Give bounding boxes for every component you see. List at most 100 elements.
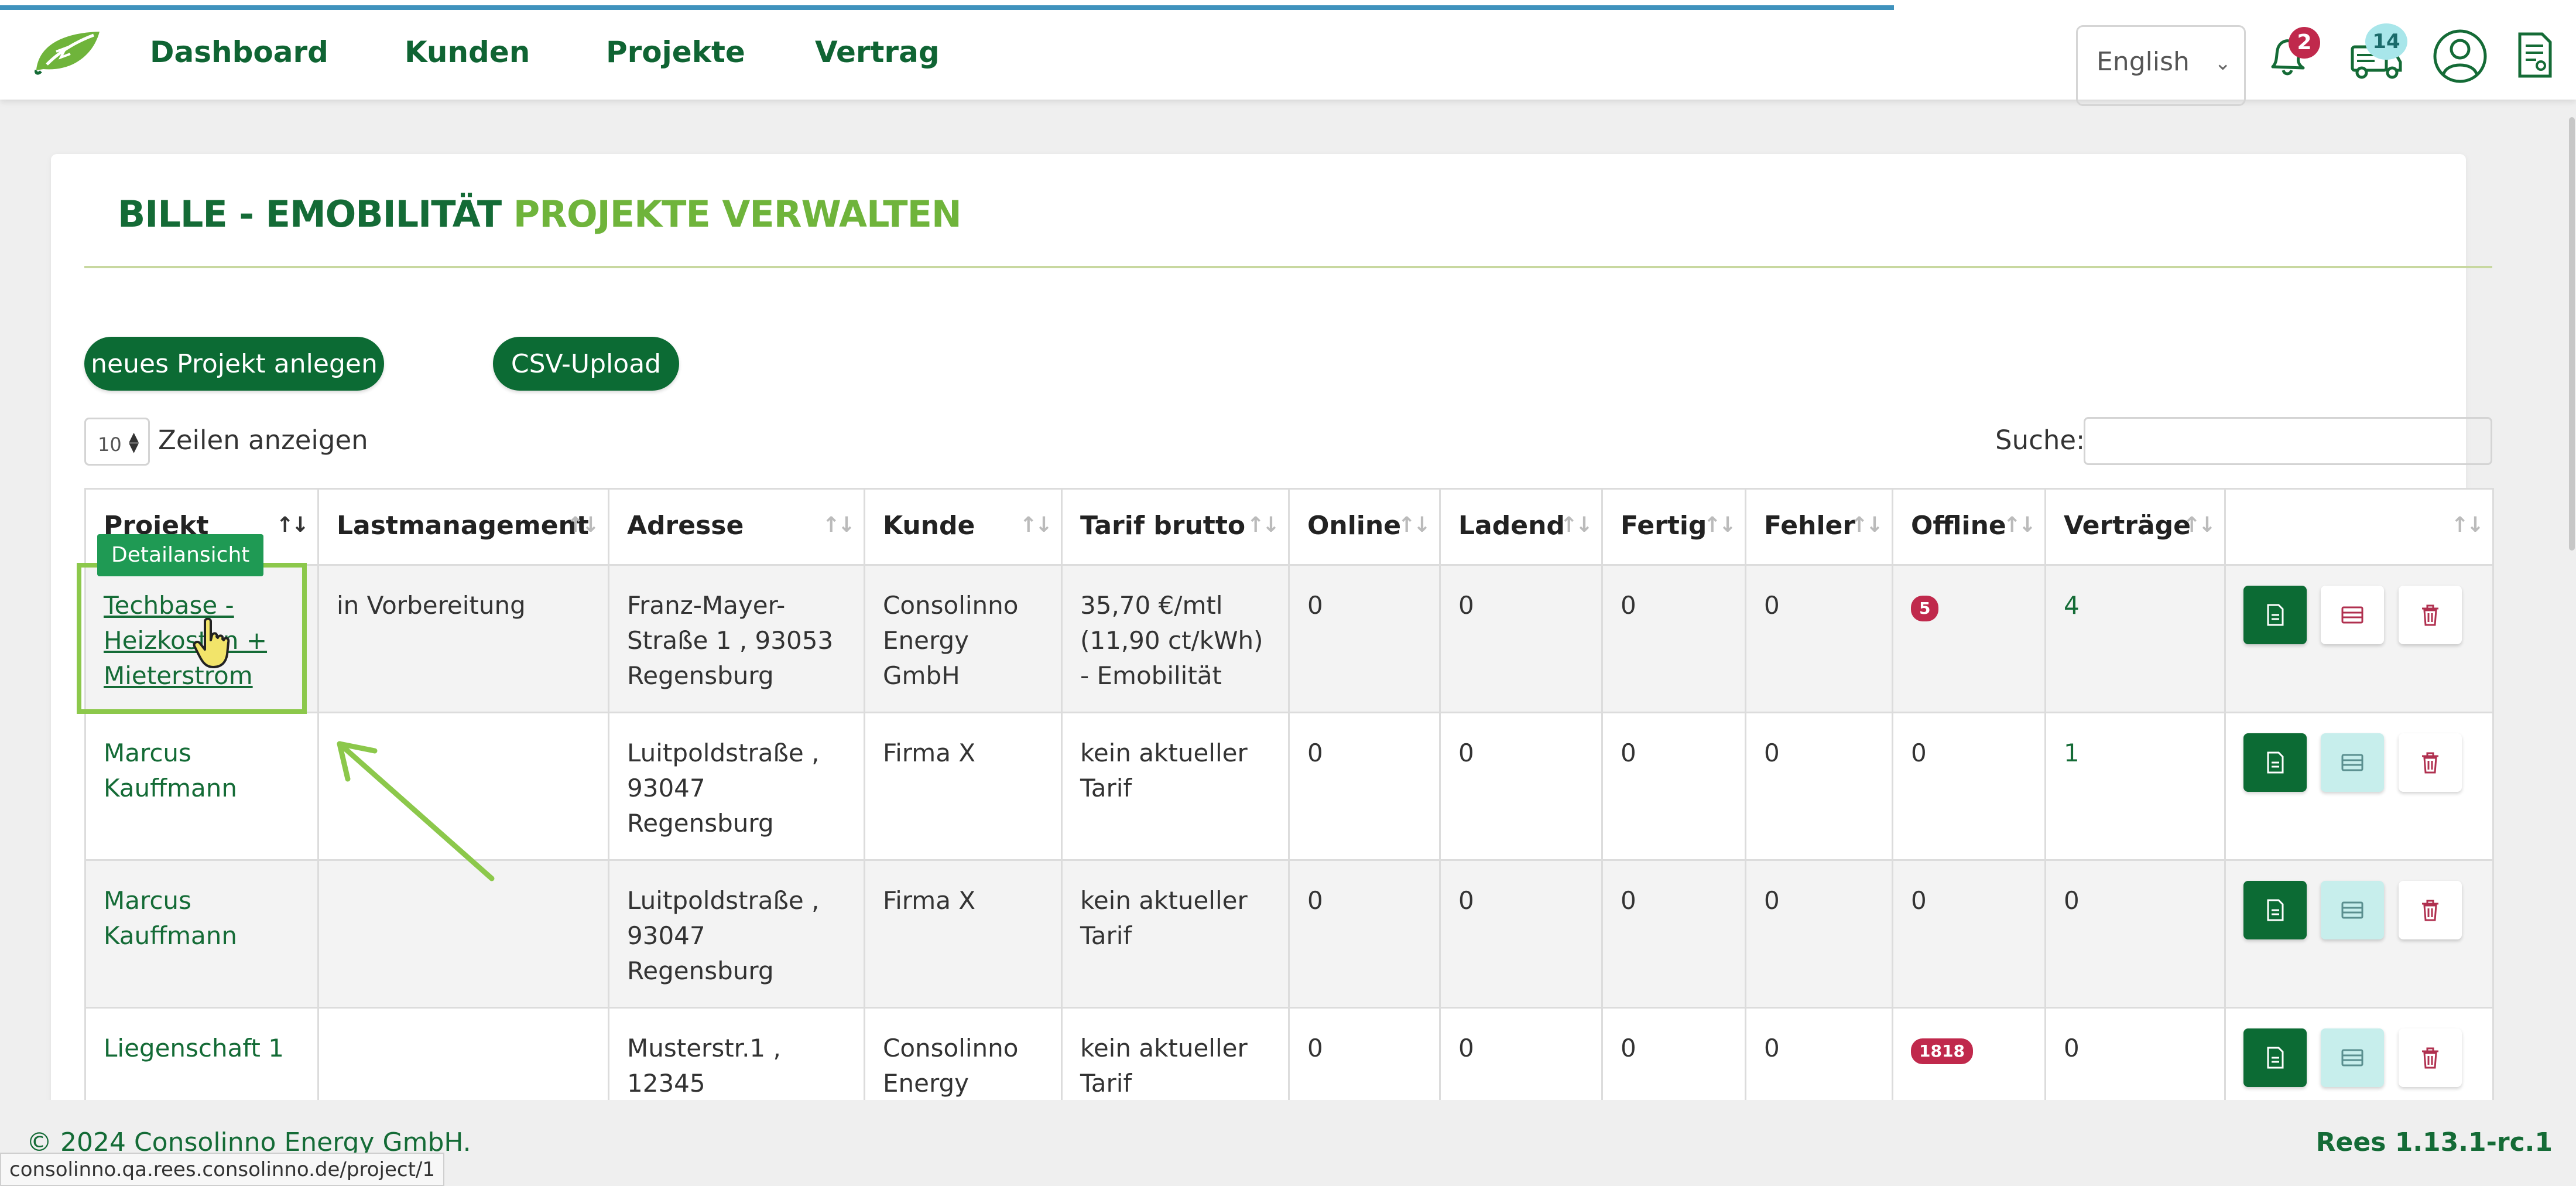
page-size-label: Zeilen anzeigen	[158, 425, 368, 456]
document-icon	[2267, 751, 2284, 774]
page-title: BILLE - EMOBILITÄT PROJEKTE VERWALTEN	[118, 193, 962, 235]
offline-badge: 5	[1911, 596, 1939, 621]
column-header-adresse[interactable]: Adresse ↑↓	[608, 488, 865, 566]
document-button[interactable]	[2243, 881, 2307, 939]
cell-vertraege: 0	[2044, 859, 2226, 1009]
list-button[interactable]	[2321, 586, 2385, 644]
column-header-kunde[interactable]: Kunde ↑↓	[864, 488, 1063, 566]
table-header-row: Projekt ↑↓ Lastmanagement ↑↓ Adresse ↑↓ Kun…	[84, 488, 2494, 566]
document-user-icon[interactable]	[2515, 32, 2554, 78]
list-button[interactable]	[2321, 733, 2385, 792]
cell-projekt: Marcus Kauffmann	[84, 859, 319, 1009]
cell-fehler: 0	[1745, 564, 1893, 713]
column-header-lastmanagement[interactable]: Lastmanagement ↑↓	[317, 488, 609, 566]
document-icon	[2267, 899, 2284, 921]
cell-ladend: 0	[1439, 712, 1603, 861]
cell-kunde: Consolinno Energy GmbH	[864, 564, 1063, 713]
list-button[interactable]	[2321, 1028, 2385, 1087]
hand-pointer-icon	[193, 618, 230, 668]
page-size-select[interactable]: 10 ▲ ▼	[84, 418, 150, 466]
cell-fehler: 0	[1745, 859, 1893, 1009]
document-icon	[2267, 604, 2284, 626]
cell-kunde: Firma X	[864, 712, 1063, 861]
column-header-online[interactable]: Online ↑↓	[1288, 488, 1441, 566]
sort-icon: ↑↓	[1560, 513, 1593, 537]
document-button[interactable]	[2243, 1028, 2307, 1087]
cell-offline: 0	[1892, 859, 2046, 1009]
cell-tarif: kein aktueller Tarif	[1061, 859, 1290, 1009]
csv-upload-button[interactable]: CSV-Upload	[493, 337, 679, 391]
sort-icon: ↑↓	[1019, 513, 1053, 537]
top-navigation-bar: Dashboard Kunden Projekte Vertrag Englis…	[0, 0, 2576, 106]
column-header-offline[interactable]: Offline ↑↓	[1892, 488, 2046, 566]
cell-fertig: 0	[1601, 564, 1746, 713]
cell-actions	[2224, 564, 2494, 713]
sort-icon: ↑↓	[566, 513, 600, 537]
sort-icon: ↑↓	[276, 513, 309, 537]
nav-projekte[interactable]: Projekte	[606, 35, 745, 69]
cell-kunde: Firma X	[864, 859, 1063, 1009]
cell-fertig: 0	[1601, 712, 1746, 861]
cell-fehler: 0	[1745, 712, 1893, 861]
cell-vertraege: 4	[2044, 564, 2226, 713]
list-icon	[2341, 901, 2363, 919]
offline-badge: 1818	[1911, 1038, 1973, 1064]
column-header-ladend[interactable]: Ladend ↑↓	[1439, 488, 1603, 566]
cell-projekt: Marcus Kauffmann	[84, 712, 319, 861]
cell-adresse: Franz-Mayer-Straße 1 , 93053 Regensburg	[608, 564, 865, 713]
cell-online: 0	[1288, 859, 1441, 1009]
contracts-link[interactable]: 1	[2064, 739, 2080, 767]
column-header-fertig[interactable]: Fertig ↑↓	[1601, 488, 1746, 566]
delete-button[interactable]	[2398, 881, 2462, 939]
project-link[interactable]: Marcus Kauffmann	[104, 739, 237, 802]
leaf-logo-icon[interactable]	[33, 28, 103, 75]
nav-dashboard[interactable]: Dashboard	[150, 35, 328, 69]
column-header-actions[interactable]: ↑↓	[2224, 488, 2494, 566]
page-load-progress-bar	[0, 5, 1894, 10]
delete-button[interactable]	[2398, 733, 2462, 792]
status-bar-url: consolinno.qa.rees.consolinno.de/project…	[0, 1153, 444, 1186]
sort-icon: ↑↓	[2003, 513, 2036, 537]
sort-icon: ↑↓	[2451, 513, 2484, 537]
cell-tarif: 35,70 €/mtl (11,90 ct/kWh) - Emobilität	[1061, 564, 1290, 713]
list-icon	[2341, 1049, 2363, 1067]
project-link[interactable]: Liegenschaft 1	[104, 1034, 284, 1062]
project-link[interactable]: Marcus Kauffmann	[104, 886, 237, 950]
title-divider	[84, 266, 2492, 268]
document-button[interactable]	[2243, 586, 2307, 644]
cell-adresse: Luitpoldstraße , 93047 Regensburg	[608, 859, 865, 1009]
project-link[interactable]: Techbase - Heizkosten + Mieterstrom	[104, 591, 267, 690]
delete-button[interactable]	[2398, 586, 2462, 644]
search-input[interactable]	[2084, 417, 2492, 465]
trash-icon	[2421, 604, 2438, 626]
list-button[interactable]	[2321, 881, 2385, 939]
cell-lastmanagement: in Vorbereitung	[317, 564, 609, 713]
list-icon	[2341, 754, 2363, 771]
sort-updown-icon: ▲ ▼	[129, 430, 139, 455]
user-icon[interactable]	[2432, 28, 2488, 84]
nav-kunden[interactable]: Kunden	[405, 35, 530, 69]
language-select[interactable]: English ⌄	[2076, 25, 2246, 106]
cell-online: 0	[1288, 712, 1441, 861]
column-header-vertraege[interactable]: Verträge ↑↓	[2044, 488, 2226, 566]
cell-offline: 5	[1892, 564, 2046, 713]
list-icon	[2341, 606, 2363, 624]
sort-icon: ↑↓	[822, 513, 855, 537]
footer-version: Rees 1.13.1-rc.1	[2315, 1127, 2553, 1157]
chevron-down-icon: ⌄	[2214, 52, 2232, 75]
new-project-button[interactable]: neues Projekt anlegen	[84, 337, 384, 391]
nav-vertrag[interactable]: Vertrag	[815, 35, 940, 69]
delete-button[interactable]	[2398, 1028, 2462, 1087]
sort-icon: ↑↓	[1850, 513, 1883, 537]
notifications-badge: 2	[2289, 27, 2320, 59]
messages-badge: 14	[2365, 23, 2407, 60]
annotation-arrow-icon	[337, 741, 495, 881]
sort-icon: ↑↓	[1703, 513, 1736, 537]
document-button[interactable]	[2243, 733, 2307, 792]
trash-icon	[2421, 752, 2438, 774]
trash-icon	[2421, 1047, 2438, 1069]
contracts-link[interactable]: 4	[2064, 591, 2080, 620]
column-header-fehler[interactable]: Fehler ↑↓	[1745, 488, 1893, 566]
column-header-tarif[interactable]: Tarif brutto ↑↓	[1061, 488, 1290, 566]
scrollbar[interactable]	[2569, 117, 2575, 551]
